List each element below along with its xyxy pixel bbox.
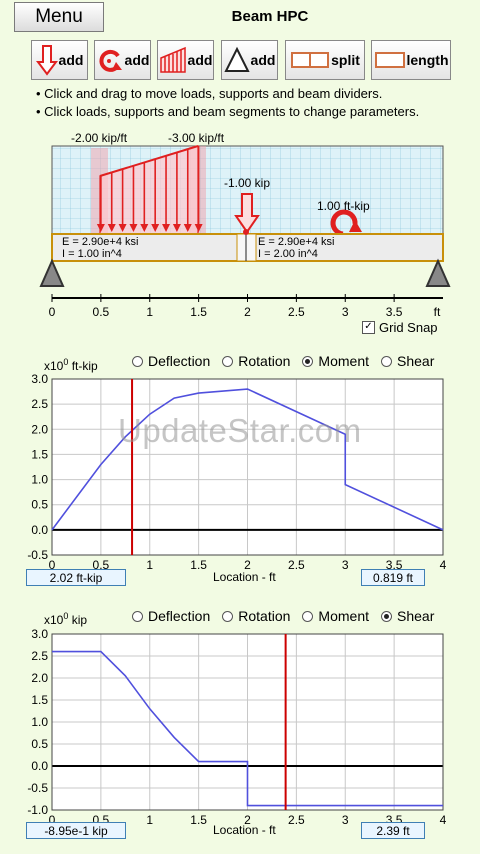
beam-axis-tick-label: 0 xyxy=(49,305,56,319)
point-load-label: -1.00 kip xyxy=(224,176,270,190)
x-tick-label: 1.5 xyxy=(190,813,207,825)
x-tick-label: 3 xyxy=(342,813,349,825)
add-point-load-label: add xyxy=(58,52,84,68)
y-tick-label: 3.0 xyxy=(31,627,48,641)
y-tick-label: 0.5 xyxy=(31,737,48,751)
length-button[interactable]: length xyxy=(371,40,451,80)
y-tick-label: 2.0 xyxy=(31,671,48,685)
beam-axis-tick-label: 3 xyxy=(342,305,349,319)
split-button[interactable]: split xyxy=(285,40,365,80)
beam-axis-tick-label: 1 xyxy=(146,305,153,319)
x-tick-label: 2 xyxy=(244,558,251,570)
help-line-1: • Click and drag to move loads, supports… xyxy=(36,86,383,101)
moment-location-readout: 0.819 ft xyxy=(361,569,425,586)
help-line-2: • Click loads, supports and beam segment… xyxy=(36,104,420,119)
shear-radio-deflection[interactable]: Deflection xyxy=(132,608,210,624)
y-tick-label: 2.5 xyxy=(31,397,48,411)
y-tick-label: -1.0 xyxy=(27,803,48,817)
down-arrow-icon xyxy=(35,45,58,76)
x-tick-label: 3 xyxy=(342,558,349,570)
shear-radio-moment[interactable]: Moment xyxy=(302,608,369,624)
add-support-button[interactable]: add xyxy=(221,40,278,80)
y-tick-label: 0.0 xyxy=(31,759,48,773)
x-tick-label: 4 xyxy=(440,813,447,825)
x-tick-label: 2.5 xyxy=(288,813,305,825)
shear-radio-rotation[interactable]: Rotation xyxy=(222,608,290,624)
x-tick-label: 4 xyxy=(440,558,447,570)
moment-arrow-icon xyxy=(99,49,122,72)
length-label: length xyxy=(406,52,449,68)
add-distributed-load-button[interactable]: add xyxy=(157,40,214,80)
grid-snap-label: Grid Snap xyxy=(379,320,438,335)
watermark: UpdateStar.com xyxy=(118,412,362,449)
y-tick-label: -0.5 xyxy=(27,781,48,795)
x-tick-label: 1.5 xyxy=(190,558,207,570)
segment1-E-label[interactable]: E = 2.90e+4 ksi xyxy=(62,236,138,248)
moment-xlabel: Location - ft xyxy=(213,570,276,584)
moment-plot-mode-selector: Deflection Rotation Moment Shear xyxy=(120,353,434,369)
y-tick-label: -0.5 xyxy=(27,548,48,562)
moment-plot[interactable]: 3.02.52.01.51.00.50.0-0.50 0.5 1 1.5 2 2.5 3 3.… xyxy=(0,370,480,570)
grid-snap-checkbox[interactable]: ✓ xyxy=(362,321,375,334)
shear-value-readout: -8.95e-1 kip xyxy=(26,822,126,839)
beam-axis-tick-label: 2.5 xyxy=(288,305,305,319)
add-point-load-button[interactable]: add xyxy=(31,40,88,80)
point-load-marker xyxy=(243,229,249,235)
x-tick-label: 1 xyxy=(146,813,153,825)
beam-axis-tick-label: 2 xyxy=(244,305,251,319)
y-tick-label: 1.5 xyxy=(31,447,48,461)
add-support-label: add xyxy=(250,52,276,68)
beam-axis-tick-label: ft xyxy=(434,305,441,319)
y-tick-label: 2.0 xyxy=(31,422,48,436)
segment2-I-label[interactable]: I = 2.00 in^4 xyxy=(258,248,318,260)
x-tick-label: 1 xyxy=(146,558,153,570)
app-title: Beam HPC xyxy=(231,8,309,25)
triangle-support-icon xyxy=(223,46,250,72)
add-distributed-load-label: add xyxy=(187,52,213,68)
split-label: split xyxy=(331,52,360,68)
add-moment-button[interactable]: add xyxy=(94,40,151,80)
x-tick-label: 2.5 xyxy=(288,558,305,570)
moment-radio-shear[interactable]: Shear xyxy=(381,353,434,369)
y-tick-label: 3.0 xyxy=(31,372,48,386)
y-tick-label: 1.0 xyxy=(31,473,48,487)
beam-axis-tick-label: 0.5 xyxy=(93,305,110,319)
shear-plot[interactable]: 3.02.52.01.51.00.50.0-0.5-1.00 0.5 1 1.5 2 2.… xyxy=(0,625,480,825)
dist-load-end-label: -3.00 kip/ft xyxy=(168,131,225,145)
left-support-icon[interactable] xyxy=(39,258,65,287)
grid-snap-toggle[interactable]: ✓ Grid Snap xyxy=(362,320,438,335)
shear-xlabel: Location - ft xyxy=(213,823,276,837)
segment1-I-label[interactable]: I = 1.00 in^4 xyxy=(62,248,122,260)
shear-radio-shear[interactable]: Shear xyxy=(381,608,434,624)
add-moment-label: add xyxy=(124,52,150,68)
y-tick-label: 0.0 xyxy=(31,523,48,537)
beam-axis-tick-label: 3.5 xyxy=(386,305,403,319)
y-tick-label: 1.0 xyxy=(31,715,48,729)
shear-location-readout: 2.39 ft xyxy=(361,822,425,839)
dist-load-start-label: -2.00 kip/ft xyxy=(71,131,128,145)
beam-axis-tick-label: 1.5 xyxy=(190,305,207,319)
y-tick-label: 2.5 xyxy=(31,649,48,663)
beam-diagram[interactable]: -2.00 kip/ft -3.00 kip/ft -1.00 kip 1.00… xyxy=(0,128,480,338)
y-tick-label: 1.5 xyxy=(31,693,48,707)
split-segment-icon xyxy=(291,52,330,68)
shear-plot-mode-selector: Deflection Rotation Moment Shear xyxy=(120,608,434,624)
beam-segment-icon xyxy=(374,52,405,68)
y-tick-label: 0.5 xyxy=(31,498,48,512)
moment-radio-rotation[interactable]: Rotation xyxy=(222,353,290,369)
moment-label: 1.00 ft-kip xyxy=(317,199,370,213)
moment-radio-deflection[interactable]: Deflection xyxy=(132,353,210,369)
right-support-icon[interactable] xyxy=(425,258,451,287)
segment2-E-label[interactable]: E = 2.90e+4 ksi xyxy=(258,236,334,248)
distributed-load-icon xyxy=(159,46,186,73)
moment-radio-moment[interactable]: Moment xyxy=(302,353,369,369)
moment-value-readout: 2.02 ft-kip xyxy=(26,569,126,586)
